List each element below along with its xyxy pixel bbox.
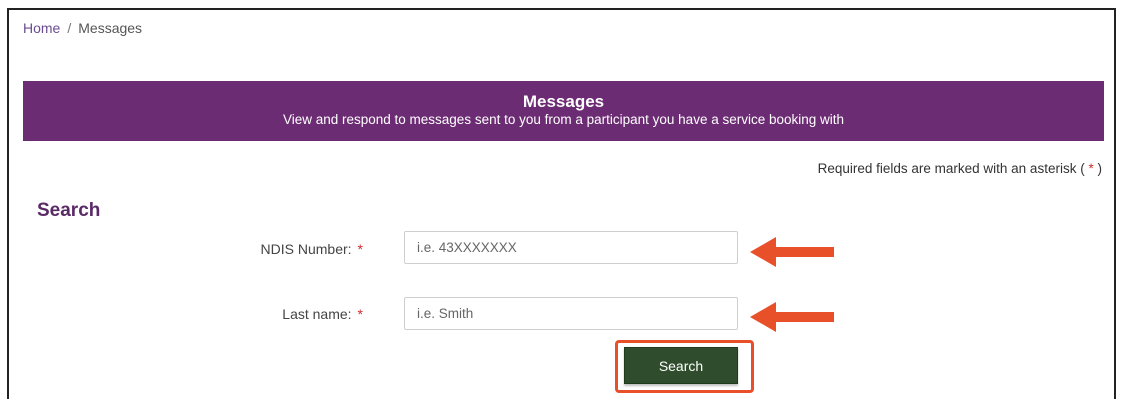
page-title: Messages [522, 92, 605, 111]
page-banner: Messages View and respond to messages se… [23, 81, 1104, 141]
required-note-star: * [1088, 161, 1094, 176]
breadcrumb: Home / Messages [23, 20, 142, 36]
breadcrumb-separator: / [67, 20, 72, 36]
required-note-text: Required fields are marked with an aster… [817, 161, 1085, 176]
left-arrow-icon [750, 302, 834, 332]
required-note-suffix: ) [1097, 161, 1103, 176]
ndis-number-input[interactable] [404, 231, 738, 264]
page-frame: Home / Messages Messages View and respond … [7, 8, 1116, 399]
last-name-label: Last name: * [163, 306, 363, 322]
page-subtitle: View and respond to messages sent to you… [282, 112, 845, 127]
last-name-label-text: Last name: [282, 306, 352, 322]
search-button[interactable]: Search [624, 347, 738, 384]
breadcrumb-home-link[interactable]: Home [23, 20, 60, 36]
search-section-heading: Search [37, 200, 101, 221]
ndis-number-label: NDIS Number: * [163, 241, 363, 257]
last-name-required-star: * [357, 306, 363, 322]
required-fields-note: Required fields are marked with an aster… [818, 161, 1102, 176]
ndis-required-star: * [357, 241, 363, 257]
left-arrow-icon [750, 237, 834, 267]
breadcrumb-current: Messages [78, 20, 143, 36]
last-name-input[interactable] [404, 297, 738, 330]
ndis-number-label-text: NDIS Number: [260, 241, 352, 257]
